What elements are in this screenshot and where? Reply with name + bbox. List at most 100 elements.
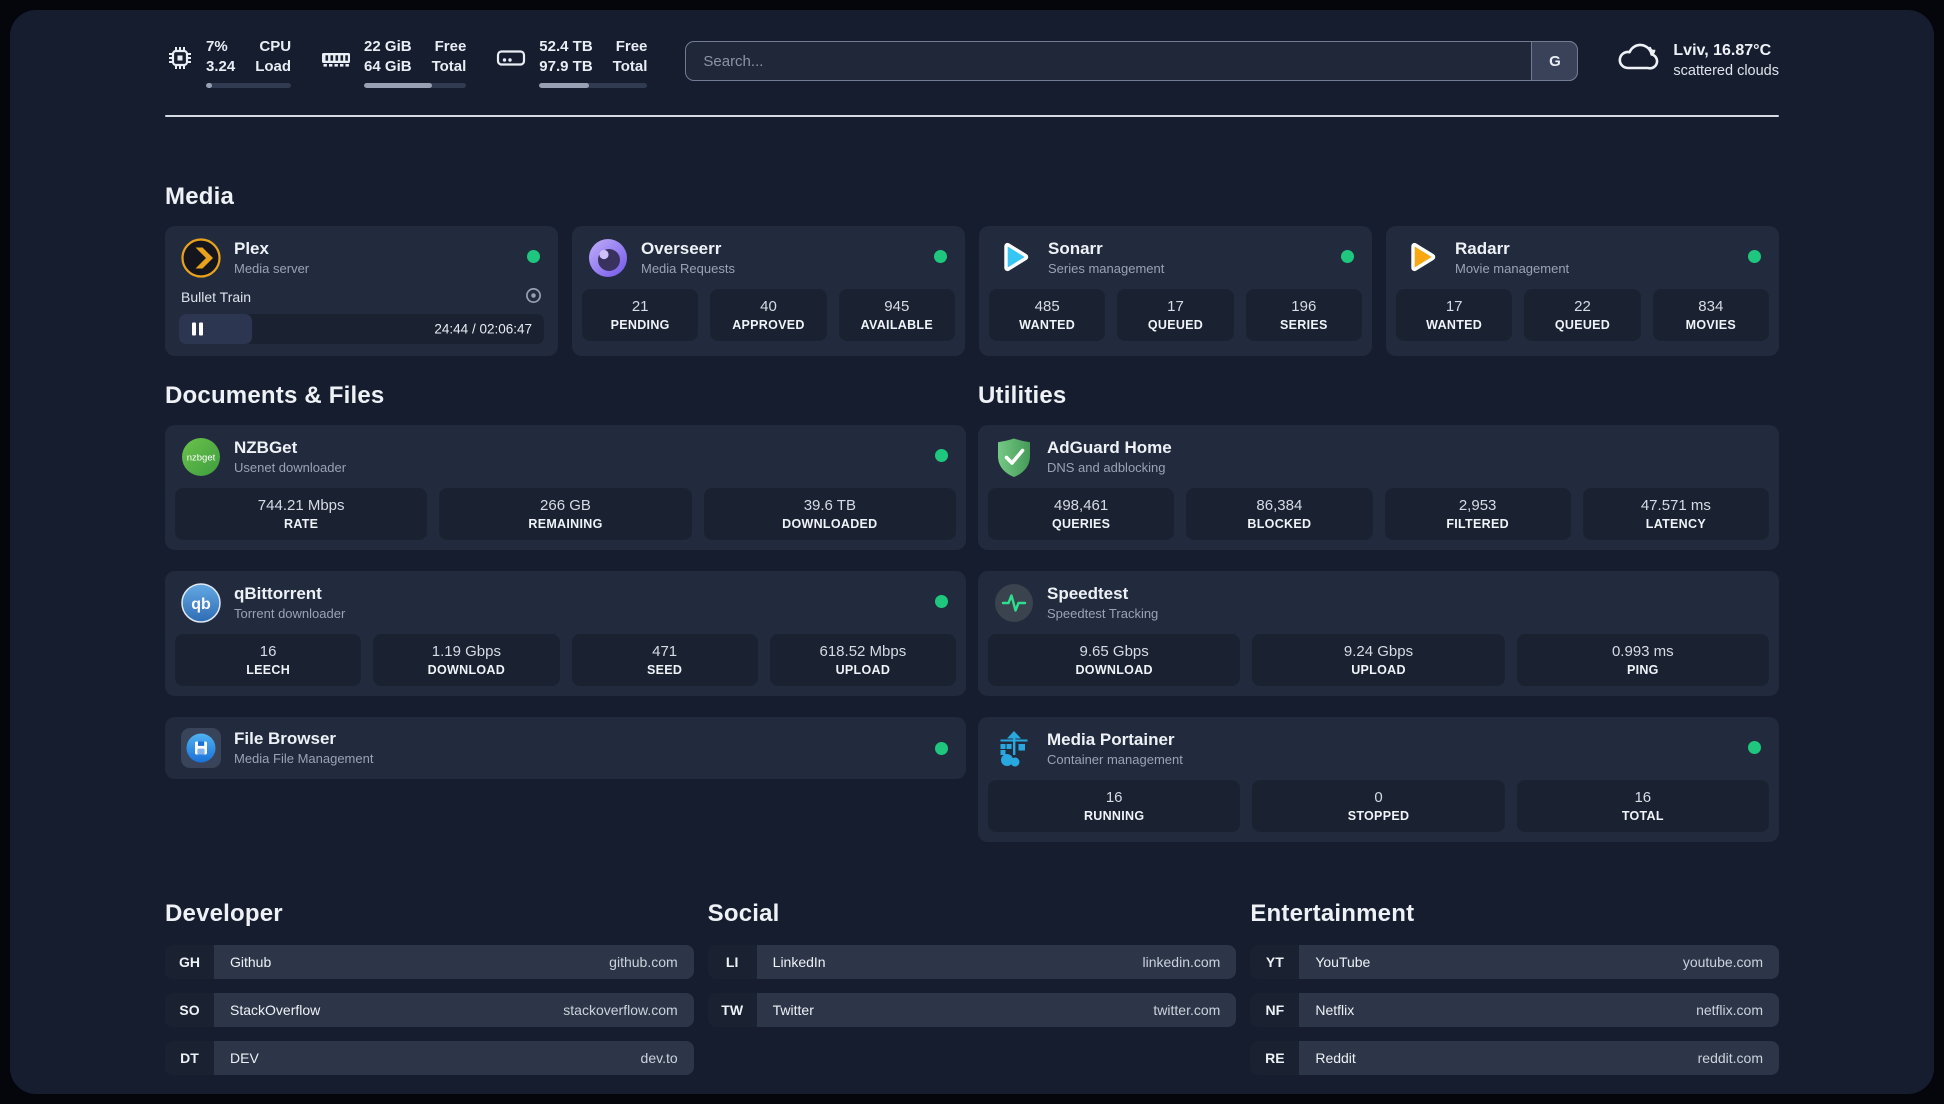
bookmark-abbr: YT xyxy=(1250,944,1300,979)
memory-icon xyxy=(319,37,353,88)
bookmark-url: netflix.com xyxy=(1696,1001,1763,1018)
playback-time: 24:44 / 02:06:47 xyxy=(434,321,532,337)
stat-tile: 17 WANTED xyxy=(1396,288,1513,341)
bookmark-url: github.com xyxy=(609,953,678,970)
search-input[interactable] xyxy=(685,41,1579,81)
memory-widget: 22 GiB 64 GiB Free Total xyxy=(319,37,467,88)
svg-text:nzbget: nzbget xyxy=(187,452,216,463)
portainer-card[interactable]: Media Portainer Container management 16 … xyxy=(978,716,1779,842)
stat-tile: 834 MOVIES xyxy=(1652,288,1769,341)
service-description: Speedtest Tracking xyxy=(1047,606,1159,622)
overseerr-card[interactable]: Overseerr Media Requests 21 PENDING 40 A… xyxy=(572,225,965,356)
bookmark-twitter[interactable]: TW Twitter twitter.com xyxy=(707,992,1237,1027)
status-dot xyxy=(935,741,948,755)
disc-icon[interactable] xyxy=(525,287,542,307)
section-title-media: Media xyxy=(165,182,235,210)
bookmark-netflix[interactable]: NF Netflix netflix.com xyxy=(1250,992,1779,1027)
status-dot xyxy=(1748,740,1761,754)
stat-tile: 1.19 Gbps DOWNLOAD xyxy=(373,633,560,686)
cpu-progress-track xyxy=(206,82,292,88)
bookmark-url: twitter.com xyxy=(1153,1001,1221,1018)
stat-tile: 945 AVAILABLE xyxy=(838,288,955,341)
bookmark-group-developer: Developer GH Github github.com SO StackO… xyxy=(165,900,694,1075)
filebrowser-icon xyxy=(181,727,221,768)
bookmark-group-social: Social LI LinkedIn linkedin.com TW Twitt… xyxy=(707,900,1237,1075)
stat-tile: 40 APPROVED xyxy=(710,288,827,341)
plex-card[interactable]: Plex Media server Bullet Train 24:44 / 0… xyxy=(165,225,558,356)
bookmark-name: Github xyxy=(230,953,272,970)
service-name: Overseerr xyxy=(641,238,722,258)
service-description: Series management xyxy=(1048,261,1165,277)
cpu-progress-fill xyxy=(206,82,212,88)
service-description: Media server xyxy=(234,261,310,277)
bookmark-stackoverflow[interactable]: SO StackOverflow stackoverflow.com xyxy=(165,992,694,1027)
bookmark-group-entertainment: Entertainment YT YouTube youtube.com NF … xyxy=(1250,900,1779,1075)
bookmark-name: StackOverflow xyxy=(230,1001,321,1018)
memory-labels: Free Total xyxy=(431,38,467,75)
stat-tile: 744.21 Mbps RATE xyxy=(175,487,428,540)
utilities-column: Utilities AdGuard Home DNS and adblockin… xyxy=(978,382,1779,842)
status-dot xyxy=(934,249,947,263)
bookmark-github[interactable]: GH Github github.com xyxy=(165,944,694,979)
status-dot xyxy=(1341,249,1354,263)
search-engine-button[interactable]: G xyxy=(1531,41,1579,81)
service-description: Media File Management xyxy=(234,751,374,767)
search-bar: G xyxy=(685,41,1579,81)
sonarr-card[interactable]: Sonarr Series management 485 WANTED 17 Q… xyxy=(979,225,1372,356)
bookmark-name: Reddit xyxy=(1315,1049,1356,1066)
speedtest-card[interactable]: Speedtest Speedtest Tracking 9.65 Gbps D… xyxy=(978,570,1779,696)
disk-progress-track xyxy=(539,82,648,88)
disk-values: 52.4 TB 97.9 TB xyxy=(539,38,593,75)
bookmark-name: Netflix xyxy=(1315,1001,1355,1018)
media-card-row: Plex Media server Bullet Train 24:44 / 0… xyxy=(165,225,1779,356)
section-title-documents: Documents & Files xyxy=(165,381,385,409)
bookmark-abbr: LI xyxy=(707,944,757,979)
status-dot xyxy=(935,448,948,462)
cpu-widget: 7% 3.24 CPU Load xyxy=(165,37,292,88)
stat-tile: 86,384 BLOCKED xyxy=(1186,487,1373,540)
bookmark-linkedin[interactable]: LI LinkedIn linkedin.com xyxy=(707,944,1237,979)
radarr-card[interactable]: Radarr Movie management 17 WANTED 22 QUE… xyxy=(1386,225,1779,356)
stat-tile: 618.52 Mbps UPLOAD xyxy=(769,633,956,686)
pause-button[interactable] xyxy=(192,322,203,336)
speedtest-icon xyxy=(994,583,1034,623)
stat-tile: 47.571 ms LATENCY xyxy=(1582,487,1769,540)
bookmark-youtube[interactable]: YT YouTube youtube.com xyxy=(1250,944,1779,979)
stat-tile: 0.993 ms PING xyxy=(1516,633,1769,686)
cpu-icon xyxy=(165,37,195,88)
bookmark-abbr: NF xyxy=(1250,992,1300,1027)
bookmark-name: LinkedIn xyxy=(772,953,826,970)
service-name: NZBGet xyxy=(234,437,298,457)
bookmark-dev[interactable]: DT DEV dev.to xyxy=(165,1040,694,1075)
service-name: Media Portainer xyxy=(1047,729,1175,749)
bookmark-url: dev.to xyxy=(640,1049,678,1066)
stat-tile: 196 SERIES xyxy=(1245,288,1362,341)
plex-now-playing: Bullet Train 24:44 / 02:06:47 xyxy=(165,286,558,356)
stat-tile: 16 RUNNING xyxy=(988,779,1241,832)
weather-location-temp: Lviv, 16.87°C xyxy=(1673,42,1772,59)
service-description: DNS and adblocking xyxy=(1047,460,1166,476)
bookmark-url: linkedin.com xyxy=(1142,953,1221,970)
adguard-card[interactable]: AdGuard Home DNS and adblocking 498,461 … xyxy=(978,424,1779,550)
nzbget-icon: nzbget xyxy=(181,437,221,477)
svg-text:qb: qb xyxy=(191,596,211,613)
sonarr-icon xyxy=(995,238,1035,278)
stat-tile: 22 QUEUED xyxy=(1524,288,1641,341)
track-title: Bullet Train xyxy=(181,288,252,305)
bookmark-abbr: SO xyxy=(165,992,214,1027)
service-description: Media Requests xyxy=(641,261,735,277)
service-description: Usenet downloader xyxy=(234,460,347,476)
portainer-icon xyxy=(994,729,1034,769)
service-description: Container management xyxy=(1047,752,1183,768)
cpu-labels: CPU Load xyxy=(255,38,292,75)
playback-progress-bar[interactable]: 24:44 / 02:06:47 xyxy=(179,313,544,344)
bookmark-reddit[interactable]: RE Reddit reddit.com xyxy=(1250,1040,1779,1075)
nzbget-card[interactable]: nzbget NZBGet Usenet downloader 744.21 M… xyxy=(165,424,966,550)
filebrowser-card[interactable]: File Browser Media File Management xyxy=(165,716,966,779)
stat-tile: 471 SEED xyxy=(571,633,758,686)
stat-tile: 485 WANTED xyxy=(989,288,1106,341)
cpu-values: 7% 3.24 xyxy=(206,38,236,75)
adguard-icon xyxy=(994,437,1034,477)
qbittorrent-icon: qb xyxy=(181,582,221,623)
qbittorrent-card[interactable]: qb qBittorrent Torrent downloader 16 LEE… xyxy=(165,570,966,696)
